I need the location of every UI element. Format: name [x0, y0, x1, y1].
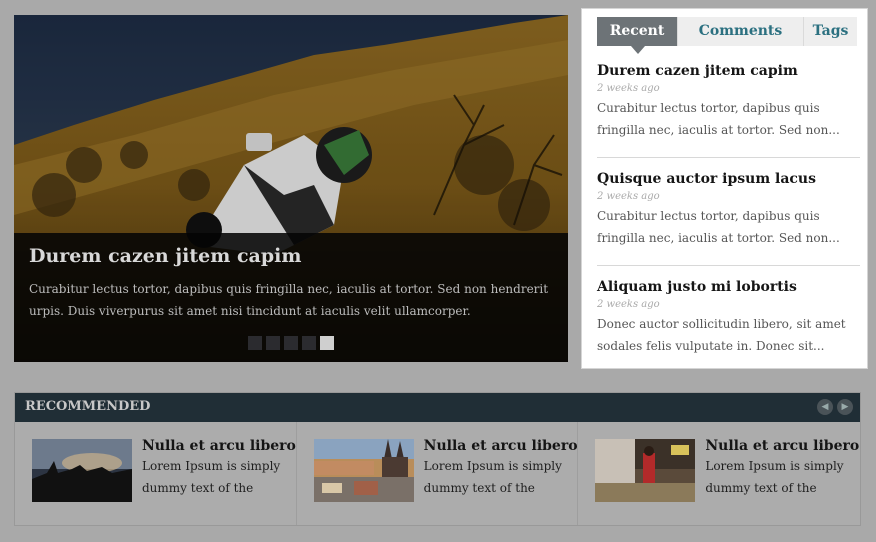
recommended-item-text: Lorem Ipsum is simply dummy text of the — [423, 459, 562, 495]
recommended-list: Nulla et arcu libero Lorem Ipsum is simp… — [15, 422, 860, 525]
recommended-item: Nulla et arcu libero Lorem Ipsum is simp… — [297, 422, 579, 525]
recommended-thumbnail[interactable] — [595, 439, 696, 502]
divider — [597, 157, 860, 158]
post-date: 2 weeks ago — [597, 83, 660, 94]
post-excerpt: Curabitur lectus tortor, dapibus quis fr… — [597, 209, 840, 245]
slide-title[interactable]: Durem cazen jitem capim — [29, 245, 553, 267]
posts-widget: Recent Comments Tags Durem cazen jitem c… — [581, 8, 868, 369]
recommended-header: RECOMMENDED ◀ ▶ — [15, 393, 860, 422]
recommended-item-title[interactable]: Nulla et arcu libero — [705, 438, 859, 454]
recommended-item: Nulla et arcu libero Lorem Ipsum is simp… — [578, 422, 860, 525]
post-title[interactable]: Aliquam justo mi lobortis — [597, 279, 860, 295]
slider-dot-1[interactable] — [248, 336, 262, 350]
post-title[interactable]: Quisque auctor ipsum lacus — [597, 171, 860, 187]
recommended-item-text: Lorem Ipsum is simply dummy text of the — [705, 459, 844, 495]
post-excerpt: Donec auctor sollicitudin libero, sit am… — [597, 317, 846, 353]
post-item: Durem cazen jitem capim 2 weeks ago Cura… — [597, 63, 860, 141]
post-title[interactable]: Durem cazen jitem capim — [597, 63, 860, 79]
featured-slider[interactable]: Durem cazen jitem capim Curabitur lectus… — [14, 15, 568, 362]
slider-dot-3[interactable] — [284, 336, 298, 350]
recommended-title: RECOMMENDED — [25, 399, 151, 414]
divider — [597, 265, 860, 266]
widget-tabs: Recent Comments Tags — [597, 17, 857, 54]
post-item: Aliquam justo mi lobortis 2 weeks ago Do… — [597, 279, 860, 357]
slide-text: Curabitur lectus tortor, dapibus quis fr… — [29, 282, 549, 318]
recommended-item-title[interactable]: Nulla et arcu libero — [424, 438, 578, 454]
recommended-item: Nulla et arcu libero Lorem Ipsum is simp… — [15, 422, 297, 525]
tab-comments[interactable]: Comments — [678, 17, 804, 46]
tab-tags[interactable]: Tags — [804, 17, 857, 46]
slider-pagination — [248, 336, 334, 350]
post-excerpt: Curabitur lectus tortor, dapibus quis fr… — [597, 101, 840, 137]
chevron-left-icon[interactable]: ◀ — [817, 399, 833, 415]
recommended-item-title[interactable]: Nulla et arcu libero — [142, 438, 296, 454]
tab-recent[interactable]: Recent — [597, 17, 678, 54]
recommended-thumbnail[interactable] — [313, 439, 414, 502]
recommended-section: RECOMMENDED ◀ ▶ Nulla et arcu libero Lor… — [14, 392, 861, 526]
slider-dot-4[interactable] — [302, 336, 316, 350]
post-date: 2 weeks ago — [597, 299, 660, 310]
post-item: Quisque auctor ipsum lacus 2 weeks ago C… — [597, 171, 860, 249]
recommended-item-text: Lorem Ipsum is simply dummy text of the — [142, 459, 281, 495]
chevron-right-icon[interactable]: ▶ — [837, 399, 853, 415]
recommended-thumbnail[interactable] — [32, 439, 132, 502]
slider-dot-5[interactable] — [320, 336, 334, 350]
slider-dot-2[interactable] — [266, 336, 280, 350]
post-date: 2 weeks ago — [597, 191, 660, 202]
